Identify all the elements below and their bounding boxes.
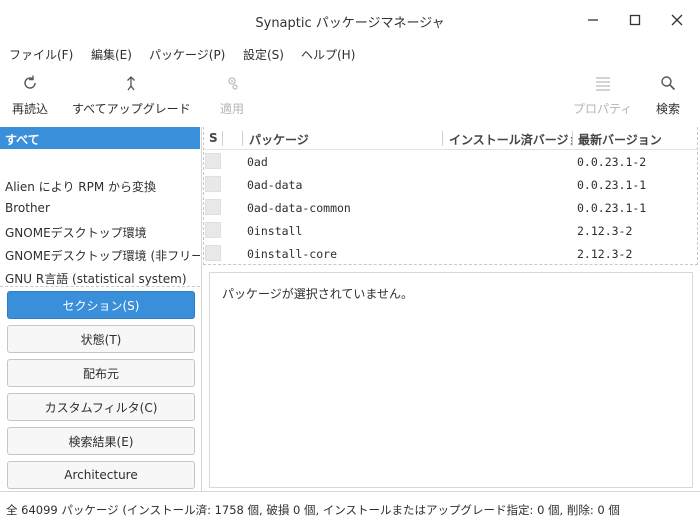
upgrade-all-label: すべてアップグレード (72, 102, 191, 116)
custom-filter-button[interactable]: カスタムフィルタ(C) (7, 393, 195, 421)
upgrade-all-button[interactable]: すべてアップグレード (72, 72, 191, 117)
apply-button[interactable]: 適用 (220, 72, 244, 117)
properties-button[interactable]: プロパティ (573, 72, 632, 117)
status-text: 全 64099 パッケージ (インストール済: 1758 個, 破損 0 個, … (6, 503, 620, 517)
section-item[interactable]: GNOMEデスクトップ環境 (非フリー) (5, 247, 200, 264)
apply-label: 適用 (220, 102, 245, 116)
architecture-button[interactable]: Architecture (7, 461, 195, 489)
status-checkbox[interactable] (205, 245, 221, 261)
search-button[interactable]: 検索 (656, 72, 680, 117)
section-item[interactable]: GNOMEデスクトップ環境 (5, 224, 147, 241)
column-separator (572, 131, 573, 146)
latest-version: 2.12.3-2 (577, 247, 633, 261)
status-checkbox[interactable] (205, 153, 221, 169)
minimize-icon (588, 19, 598, 21)
status-checkbox[interactable] (205, 199, 221, 215)
package-table: S パッケージ インストール済バージョン 最新バージョン 0ad 0.0.23.… (203, 127, 698, 265)
table-row[interactable]: 0ad 0.0.23.1-2 (204, 150, 697, 173)
reload-label: 再読込 (12, 102, 49, 116)
column-status-header[interactable]: S (209, 131, 218, 145)
toolbar: 再読込 すべてアップグレード 適用 プロパティ 検索 (0, 66, 700, 124)
menu-package[interactable]: パッケージ(P) (149, 46, 225, 63)
pane-divider[interactable] (201, 127, 202, 491)
section-item-all[interactable]: すべて (0, 127, 200, 149)
column-separator (222, 131, 223, 146)
title-bar: Synaptic パッケージマネージャ (0, 0, 700, 40)
table-row[interactable]: 0ad-data 0.0.23.1-1 (204, 173, 697, 196)
package-name: 0ad-data-common (247, 201, 351, 215)
table-row[interactable]: 0install-core 2.12.3-2 (204, 242, 697, 265)
reload-button[interactable]: 再読込 (12, 72, 48, 117)
menu-help[interactable]: ヘルプ(H) (301, 46, 355, 63)
table-row[interactable]: 0install 2.12.3-2 (204, 219, 697, 242)
sections-filter-button[interactable]: セクション(S) (7, 291, 195, 319)
close-button[interactable] (664, 8, 690, 32)
table-header: S パッケージ インストール済バージョン 最新バージョン (204, 127, 697, 150)
maximize-button[interactable] (622, 8, 648, 32)
column-package-header[interactable]: パッケージ (249, 131, 309, 148)
package-name: 0install (247, 224, 303, 238)
menu-file[interactable]: ファイル(F) (9, 46, 73, 63)
menu-settings[interactable]: 設定(S) (243, 46, 284, 63)
maximize-icon (629, 14, 641, 26)
reload-icon (21, 72, 39, 94)
minimize-button[interactable] (580, 8, 606, 32)
section-list: すべて Alien により RPM から変換 Brother GNOMEデスクト… (0, 127, 200, 287)
apply-gear-icon (223, 72, 241, 94)
package-name: 0ad (247, 155, 268, 169)
description-pane: パッケージが選択されていません。 (209, 272, 693, 488)
status-filter-button[interactable]: 状態(T) (7, 325, 195, 353)
latest-version: 0.0.23.1-1 (577, 178, 647, 192)
status-bar: 全 64099 パッケージ (インストール済: 1758 個, 破損 0 個, … (0, 491, 700, 522)
latest-version: 0.0.23.1-2 (577, 155, 647, 169)
latest-version: 2.12.3-2 (577, 224, 633, 238)
search-label: 検索 (656, 102, 681, 116)
column-installed-header[interactable]: インストール済バージョン (449, 131, 572, 148)
latest-version: 0.0.23.1-1 (577, 201, 647, 215)
origin-filter-button[interactable]: 配布元 (7, 359, 195, 387)
package-name: 0ad-data (247, 178, 303, 192)
section-item[interactable]: GNU R言語 (statistical system) (5, 270, 187, 286)
upgrade-icon (122, 72, 140, 94)
section-item[interactable]: Alien により RPM から変換 (5, 178, 156, 195)
search-results-button[interactable]: 検索結果(E) (7, 427, 195, 455)
status-checkbox[interactable] (205, 176, 221, 192)
column-separator (442, 131, 443, 146)
properties-label: プロパティ (573, 102, 633, 116)
description-text: パッケージが選択されていません。 (222, 287, 414, 301)
menu-bar: ファイル(F) 編集(E) パッケージ(P) 設定(S) ヘルプ(H) (0, 40, 700, 66)
menu-edit[interactable]: 編集(E) (91, 46, 132, 63)
table-row[interactable]: 0ad-data-common 0.0.23.1-1 (204, 196, 697, 219)
properties-icon (594, 72, 612, 94)
close-icon (671, 14, 683, 26)
section-item[interactable]: Brother (5, 201, 50, 215)
search-icon (659, 72, 677, 94)
package-name: 0install-core (247, 247, 338, 261)
status-checkbox[interactable] (205, 222, 221, 238)
column-latest-header[interactable]: 最新バージョン (578, 131, 662, 148)
column-separator (242, 131, 243, 146)
